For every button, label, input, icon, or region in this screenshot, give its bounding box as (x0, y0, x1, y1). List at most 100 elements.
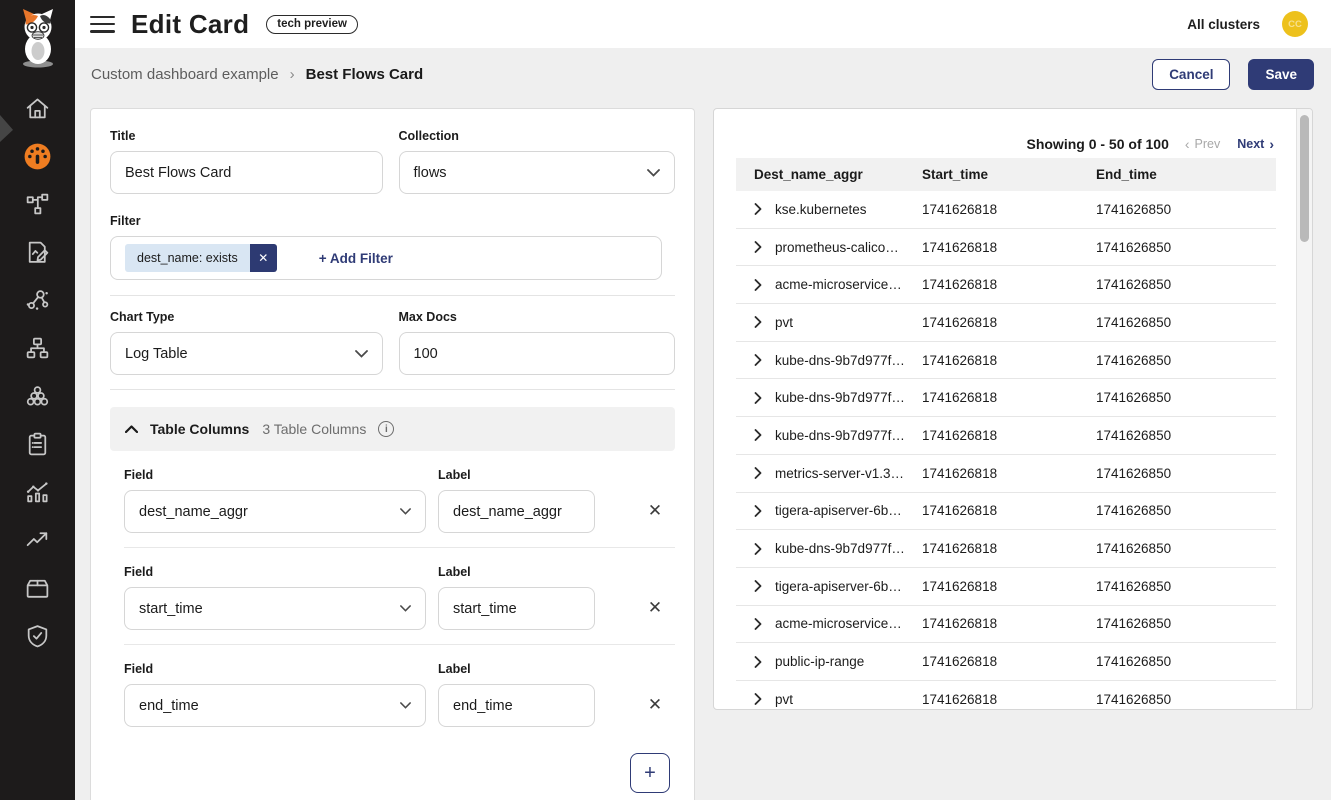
table-row[interactable]: acme-microservice…17416268181741626850 (736, 266, 1276, 304)
divider (110, 295, 675, 296)
expand-row-icon[interactable] (754, 279, 762, 291)
sidebar-nav (0, 84, 75, 660)
table-columns-rows: Field dest_name_aggr Label ✕ Field start… (110, 468, 675, 727)
menu-icon[interactable] (90, 16, 115, 33)
sidebar-item-service-graph[interactable] (0, 276, 75, 324)
breadcrumb-separator-icon: › (290, 66, 295, 83)
table-row[interactable]: tigera-apiserver-6b…17416268181741626850 (736, 568, 1276, 606)
table-row[interactable]: tigera-apiserver-6b…17416268181741626850 (736, 493, 1276, 531)
sidebar-item-packages[interactable] (0, 564, 75, 612)
table-row[interactable]: pvt17416268181741626850 (736, 304, 1276, 342)
cell-dest-name: pvt (754, 692, 922, 707)
breadcrumb-bar: Custom dashboard example › Best Flows Ca… (75, 48, 1331, 100)
remove-column-button[interactable]: ✕ (643, 498, 667, 522)
cell-end-time: 1741626850 (1096, 277, 1276, 292)
expand-row-icon[interactable] (754, 467, 762, 479)
table-columns-section-header[interactable]: Table Columns 3 Table Columns i (110, 407, 675, 451)
sidebar-item-trends[interactable] (0, 516, 75, 564)
table-columns-title: Table Columns (150, 421, 249, 437)
table-row[interactable]: pvt17416268181741626850 (736, 681, 1276, 710)
sidebar-item-topology[interactable] (0, 324, 75, 372)
max-docs-input[interactable] (399, 332, 675, 375)
sidebar-item-security[interactable] (0, 612, 75, 660)
chart-type-select[interactable]: Log Table (110, 332, 383, 375)
table-row[interactable]: kube-dns-9b7d977f…17416268181741626850 (736, 417, 1276, 455)
expand-row-icon[interactable] (754, 429, 762, 441)
network-flow-icon (24, 191, 51, 218)
expand-row-icon[interactable] (754, 392, 762, 404)
label-input[interactable] (438, 684, 595, 727)
cell-dest-name: acme-microservice… (754, 616, 922, 631)
packages-icon (24, 575, 51, 602)
table-row[interactable]: kse.kubernetes17416268181741626850 (736, 191, 1276, 229)
cell-end-time: 1741626850 (1096, 616, 1276, 631)
field-select[interactable]: dest_name_aggr (124, 490, 426, 533)
table-row[interactable]: kube-dns-9b7d977f…17416268181741626850 (736, 342, 1276, 380)
cancel-button[interactable]: Cancel (1152, 59, 1230, 90)
page-title: Edit Card (131, 9, 249, 40)
expand-row-icon[interactable] (754, 656, 762, 668)
breadcrumb-current: Best Flows Card (306, 66, 424, 83)
table-row[interactable]: kube-dns-9b7d977f…17416268181741626850 (736, 530, 1276, 568)
chevron-down-icon (400, 508, 411, 515)
expand-row-icon[interactable] (754, 505, 762, 517)
collection-select[interactable]: flows (399, 151, 675, 194)
table-row[interactable]: prometheus-calico…17416268181741626850 (736, 229, 1276, 267)
topology-icon (24, 335, 51, 362)
expand-row-icon[interactable] (754, 316, 762, 328)
sidebar-item-metrics[interactable] (0, 468, 75, 516)
chevron-down-icon (355, 350, 368, 358)
label-input[interactable] (438, 490, 595, 533)
save-button[interactable]: Save (1248, 59, 1314, 90)
sidebar-item-reports[interactable] (0, 228, 75, 276)
compliance-icon (24, 431, 51, 458)
expand-row-icon[interactable] (754, 618, 762, 630)
sidebar-item-home[interactable] (0, 84, 75, 132)
sidebar-item-compliance[interactable] (0, 420, 75, 468)
sidebar-item-workloads[interactable] (0, 372, 75, 420)
cell-dest-name: public-ip-range (754, 654, 922, 669)
expand-row-icon[interactable] (754, 693, 762, 705)
field-select[interactable]: start_time (124, 587, 426, 630)
add-column-button[interactable]: + (630, 753, 670, 793)
field-select[interactable]: end_time (124, 684, 426, 727)
sidebar-item-dashboards[interactable] (0, 132, 75, 180)
filter-chip-remove-icon[interactable]: ✕ (250, 244, 277, 272)
pagination: Showing 0 - 50 of 100 ‹ Prev Next › (714, 129, 1274, 158)
table-row[interactable]: kube-dns-9b7d977f…17416268181741626850 (736, 379, 1276, 417)
title-input[interactable] (110, 151, 383, 194)
filter-label: Filter (110, 214, 675, 228)
prev-label: Prev (1195, 137, 1221, 151)
next-page-button[interactable]: Next › (1237, 136, 1274, 152)
cluster-selector[interactable]: All clusters (1187, 17, 1260, 32)
sidebar-item-network-flow[interactable] (0, 180, 75, 228)
expand-row-icon[interactable] (754, 543, 762, 555)
calico-cat-logo[interactable] (13, 7, 63, 74)
cell-start-time: 1741626818 (922, 315, 1096, 330)
info-icon[interactable]: i (378, 421, 394, 437)
breadcrumb-parent[interactable]: Custom dashboard example (91, 66, 279, 83)
cell-start-time: 1741626818 (922, 654, 1096, 669)
expand-row-icon[interactable] (754, 354, 762, 366)
add-filter-button[interactable]: + Add Filter (319, 251, 393, 266)
table-row[interactable]: acme-microservice…17416268181741626850 (736, 606, 1276, 644)
cell-dest-name: kube-dns-9b7d977f… (754, 541, 922, 556)
cell-end-time: 1741626850 (1096, 503, 1276, 518)
remove-column-button[interactable]: ✕ (643, 692, 667, 716)
expand-row-icon[interactable] (754, 241, 762, 253)
workloads-icon (24, 383, 51, 410)
table-row[interactable]: public-ip-range17416268181741626850 (736, 643, 1276, 681)
avatar[interactable]: CC (1282, 11, 1308, 37)
label-input[interactable] (438, 587, 595, 630)
label-label: Label (438, 565, 595, 579)
prev-page-button[interactable]: ‹ Prev (1185, 136, 1220, 152)
remove-column-button[interactable]: ✕ (643, 595, 667, 619)
scrollbar-thumb[interactable] (1300, 115, 1309, 242)
table-row[interactable]: metrics-server-v1.3…17416268181741626850 (736, 455, 1276, 493)
sidebar (0, 0, 75, 800)
expand-row-icon[interactable] (754, 580, 762, 592)
expand-row-icon[interactable] (754, 203, 762, 215)
filter-input[interactable]: dest_name: exists ✕ + Add Filter (110, 236, 662, 280)
filter-chip: dest_name: exists ✕ (125, 244, 277, 272)
scrollbar-track[interactable] (1296, 109, 1312, 709)
